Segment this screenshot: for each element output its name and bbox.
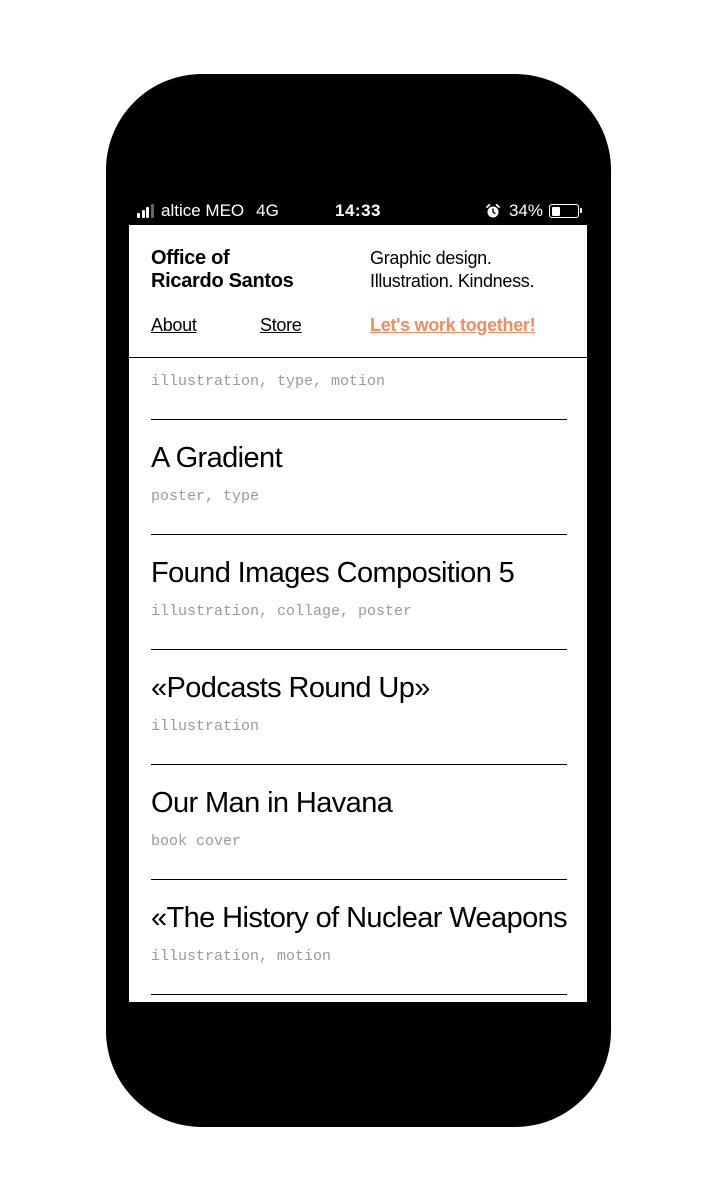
project-title[interactable]: «The History of Nuclear Weapons» xyxy=(151,902,567,935)
project-item[interactable]: illustration, type, motion xyxy=(151,358,567,420)
project-title[interactable]: Found Images Composition 5 xyxy=(151,557,515,590)
site-tagline: Graphic design. Illustration. Kindness. xyxy=(370,247,535,293)
project-title[interactable]: «Podcasts Round Up» xyxy=(151,672,430,705)
battery-fill xyxy=(551,206,560,216)
project-item[interactable]: Found Images Composition 5 illustration,… xyxy=(151,535,567,650)
nav-store-link[interactable]: Store xyxy=(260,315,302,336)
project-tags: book cover xyxy=(151,833,242,850)
battery-percent: 34% xyxy=(508,201,543,220)
brand-line-1: Office of xyxy=(151,247,230,269)
project-item[interactable]: Our Man in Havana book cover xyxy=(151,765,567,880)
site-brand[interactable]: Office of Ricardo Santos xyxy=(151,247,294,293)
project-tags: illustration, collage, poster xyxy=(151,603,413,620)
project-title[interactable]: A Gradient xyxy=(151,442,283,475)
project-item[interactable]: «The History of Nuclear Weapons» illustr… xyxy=(151,880,567,995)
status-right: 34% xyxy=(485,201,582,221)
alarm-icon xyxy=(486,203,500,218)
project-title[interactable]: Our Man in Havana xyxy=(151,787,393,820)
project-list: illustration, type, motion A Gradient po… xyxy=(151,358,567,995)
mockup-stage: altice MEO 4G 14:33 34% Office of Ricard… xyxy=(0,0,716,1200)
project-tags: poster, type xyxy=(151,488,260,505)
nav-about-link[interactable]: About xyxy=(151,315,197,336)
brand-line-2: Ricardo Santos xyxy=(151,270,294,292)
tagline-line-1: Graphic design. xyxy=(370,248,492,268)
site-header: Office of Ricardo Santos Graphic design.… xyxy=(129,225,587,358)
website-page: Office of Ricardo Santos Graphic design.… xyxy=(129,225,587,1002)
contact-cta-link[interactable]: Let's work together! xyxy=(370,315,536,336)
project-tags: illustration, motion xyxy=(151,948,332,965)
status-bar: altice MEO 4G 14:33 34% xyxy=(129,196,587,225)
tagline-line-2: Illustration. Kindness. xyxy=(370,271,535,291)
project-tags: illustration xyxy=(151,718,260,735)
project-tags: illustration, type, motion xyxy=(151,373,386,390)
phone-screen: altice MEO 4G 14:33 34% Office of Ricard… xyxy=(129,196,587,1002)
project-item[interactable]: A Gradient poster, type xyxy=(151,420,567,535)
battery-icon xyxy=(549,204,582,218)
project-item[interactable]: «Podcasts Round Up» illustration xyxy=(151,650,567,765)
